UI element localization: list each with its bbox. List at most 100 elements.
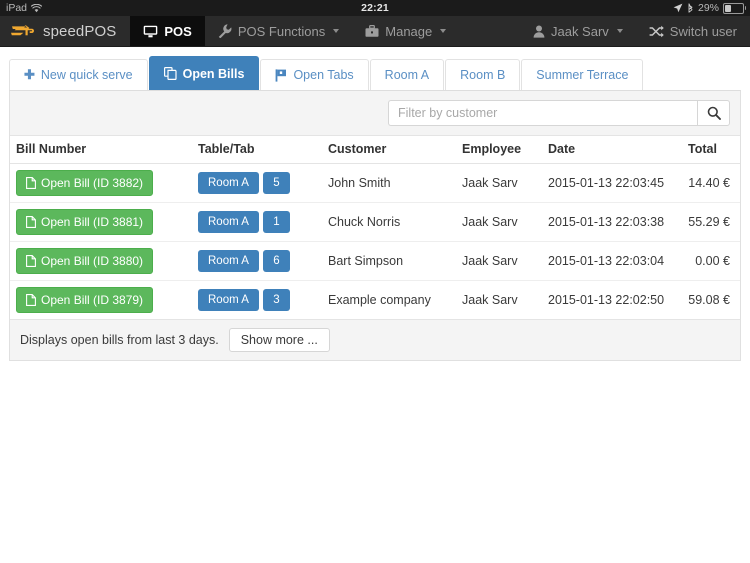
file-icon [26,255,36,267]
tab-open-bills[interactable]: Open Bills [148,56,260,90]
nav-item-pos-functions-label: POS Functions [237,23,326,39]
tab-summer-terrace[interactable]: Summer Terrace [521,59,644,90]
user-icon [533,25,545,38]
tab-room-a-label: Room A [384,68,430,82]
panel-header [10,91,740,136]
show-more-button[interactable]: Show more ... [228,328,330,352]
cell-customer: Chuck Norris [328,202,462,242]
panel-footer: Displays open bills from last 3 days. Sh… [10,319,740,360]
room-tag[interactable]: Room A [198,289,259,311]
nav-item-switch-user[interactable]: Switch user [636,16,750,46]
nav-item-pos-label: POS [164,23,192,39]
shuffle-icon [649,25,664,38]
plus-icon: ✚ [24,67,35,82]
table-tag-group: Room A 1 [198,211,290,233]
cell-employee: Jaak Sarv [462,280,548,319]
cell-customer: Example company [328,280,462,319]
navbar-right-group: Jaak Sarv Switch user [520,16,750,46]
tab-bar: ✚ New quick serve Open Bills Open Tabs R… [9,55,741,91]
customer-filter-group [388,100,730,126]
nav-item-switch-user-label: Switch user [669,23,737,39]
wrench-icon [218,24,232,38]
page-content: ✚ New quick serve Open Bills Open Tabs R… [0,47,750,361]
table-header-row: Bill Number Table/Tab Customer Employee … [10,136,740,164]
search-input[interactable] [388,100,697,126]
file-icon [26,216,36,228]
seat-tag[interactable]: 1 [262,211,290,233]
open-bills-table: Bill Number Table/Tab Customer Employee … [10,136,740,319]
col-header-table-tab: Table/Tab [198,136,328,164]
cell-total: 55.29 € [688,202,740,242]
table-row: Open Bill (ID 3879) Room A 3 Example com… [10,280,740,319]
open-bill-button[interactable]: Open Bill (ID 3880) [16,248,154,274]
nav-item-pos-functions[interactable]: POS Functions [205,16,352,46]
nav-item-manage[interactable]: Manage [352,16,459,46]
search-icon [707,106,721,120]
status-bar-clock: 22:21 [361,2,389,14]
open-bill-button-label: Open Bill (ID 3880) [41,254,144,268]
table-tag-group: Room A 5 [198,172,290,194]
seat-tag[interactable]: 6 [262,250,290,272]
seat-tag[interactable]: 5 [262,172,290,194]
room-tag[interactable]: Room A [198,211,259,233]
location-arrow-icon [673,3,683,13]
table-head: Bill Number Table/Tab Customer Employee … [10,136,740,164]
cell-date: 2015-01-13 22:03:38 [548,202,688,242]
cell-date: 2015-01-13 22:03:04 [548,241,688,281]
flag-icon [275,68,287,82]
cell-employee: Jaak Sarv [462,202,548,242]
tab-room-b-label: Room B [460,68,506,82]
table-row: Open Bill (ID 3880) Room A 6 Bart Simpso… [10,241,740,281]
open-bill-button[interactable]: Open Bill (ID 3881) [16,209,154,235]
open-bills-panel: Bill Number Table/Tab Customer Employee … [9,91,741,361]
cell-date: 2015-01-13 22:02:50 [548,280,688,319]
status-bar-right: 29% [673,2,746,14]
desktop-icon [143,25,158,38]
open-bill-button[interactable]: Open Bill (ID 3882) [16,170,154,196]
open-bill-button[interactable]: Open Bill (ID 3879) [16,287,154,313]
open-bill-button-label: Open Bill (ID 3882) [41,176,144,190]
battery-percent-label: 29% [697,2,719,14]
top-navbar: speedPOS POS POS Functions Manage Jaak S… [0,16,750,47]
file-icon [26,294,36,306]
tab-open-bills-label: Open Bills [182,66,245,81]
chevron-down-icon [440,29,447,33]
table-tag-group: Room A 6 [198,250,290,272]
footer-note: Displays open bills from last 3 days. [20,333,219,347]
nav-item-user-menu[interactable]: Jaak Sarv [520,16,636,46]
tab-new-quick-serve[interactable]: ✚ New quick serve [9,59,148,90]
room-tag[interactable]: Room A [198,250,259,272]
tab-room-a[interactable]: Room A [369,59,445,90]
search-button[interactable] [697,100,730,126]
col-header-date: Date [548,136,688,164]
room-tag[interactable]: Room A [198,172,259,194]
tab-open-tabs-label: Open Tabs [293,68,354,82]
cell-date: 2015-01-13 22:03:45 [548,176,665,190]
tab-new-quick-serve-label: New quick serve [40,68,133,82]
cell-total: 59.08 € [688,280,740,319]
col-header-employee: Employee [462,136,548,164]
tab-summer-terrace-label: Summer Terrace [536,68,629,82]
battery-icon [723,2,746,14]
col-header-customer: Customer [328,136,462,164]
col-header-total: Total [688,136,740,164]
file-icon [26,177,36,189]
tab-open-tabs[interactable]: Open Tabs [260,59,369,90]
chevron-down-icon [616,29,623,33]
table-row: Open Bill (ID 3881) Room A 1 Chuck Norri… [10,202,740,242]
table-body: Open Bill (ID 3882) Room A 5 John Smith … [10,164,740,319]
cell-total: 14.40 € [688,176,730,190]
col-header-bill-number: Bill Number [10,136,198,164]
table-tag-group: Room A 3 [198,289,290,311]
speedpos-logo-icon [10,22,36,40]
tab-room-b[interactable]: Room B [445,59,521,90]
nav-item-pos[interactable]: POS [130,16,205,46]
nav-item-manage-label: Manage [385,23,433,39]
ios-status-bar: iPad 22:21 29% [0,0,750,16]
nav-item-user-label: Jaak Sarv [550,23,609,39]
seat-tag[interactable]: 3 [262,289,290,311]
brand-logo[interactable]: speedPOS [0,16,130,46]
chevron-down-icon [333,29,340,33]
briefcase-icon [365,24,379,38]
copy-files-icon [163,67,177,80]
